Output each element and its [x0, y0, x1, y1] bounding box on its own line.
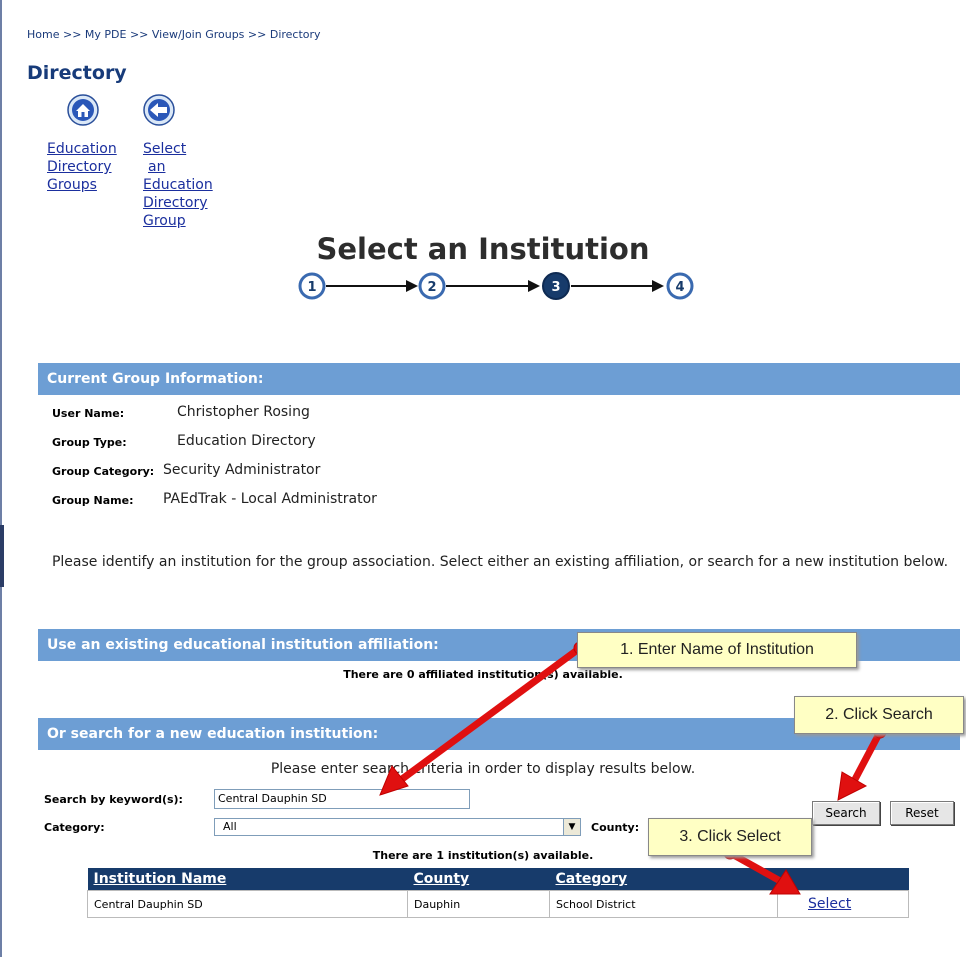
svg-text:3: 3: [551, 280, 560, 295]
education-directory-groups-link[interactable]: Education Directory Groups: [47, 140, 117, 194]
callout-click-select: 3. Click Select: [648, 818, 812, 856]
back-arrow-icon[interactable]: [143, 94, 175, 126]
group-category-label: Group Category:: [52, 465, 155, 478]
search-button[interactable]: Search: [812, 801, 880, 825]
link-line: an: [148, 159, 166, 175]
page-title: Directory: [27, 62, 127, 84]
wizard-title: Select an Institution: [316, 232, 650, 266]
results-count-note: There are 1 institution(s) available.: [372, 849, 594, 862]
affiliated-count-note: There are 0 affiliated institution(s) av…: [343, 668, 623, 681]
group-type-label: Group Type:: [52, 436, 127, 449]
keyword-input[interactable]: Central Dauphin SD: [214, 789, 470, 809]
group-name-label: Group Name:: [52, 494, 134, 507]
svg-text:1: 1: [307, 280, 316, 295]
select-link[interactable]: Select: [808, 896, 851, 912]
step-arrowhead: [528, 280, 540, 292]
home-icon[interactable]: [67, 94, 99, 126]
cell-action: Select: [777, 890, 909, 918]
category-label: Category:: [44, 821, 105, 834]
dropdown-arrow-icon[interactable]: ▼: [563, 819, 580, 835]
results-header-row: Institution Name County Category: [87, 868, 909, 891]
cell-institution-name: Central Dauphin SD: [87, 890, 408, 918]
county-label: County:: [591, 821, 640, 834]
left-border-accent: [0, 525, 4, 587]
cell-county: Dauphin: [407, 890, 550, 918]
category-selected-value: All: [223, 820, 237, 833]
table-row: Central Dauphin SD Dauphin School Distri…: [87, 890, 909, 918]
step-1: 1: [298, 272, 326, 300]
link-line: Directory: [143, 195, 208, 211]
step-2: 2: [418, 272, 446, 300]
results-table: Institution Name County Category Central…: [87, 868, 909, 918]
user-name-label: User Name:: [52, 407, 125, 420]
link-line: Group: [143, 213, 186, 229]
callout-enter-name: 1. Enter Name of Institution: [577, 632, 857, 668]
svg-text:2: 2: [427, 280, 436, 295]
wizard-steps: 1 2 3 4: [298, 272, 694, 300]
col-action: [777, 868, 909, 891]
user-name-value: Christopher Rosing: [177, 404, 310, 420]
col-institution-name[interactable]: Institution Name: [87, 868, 408, 891]
reset-button[interactable]: Reset: [890, 801, 954, 825]
left-border: [0, 0, 2, 957]
link-line: Education: [143, 177, 213, 193]
svg-text:4: 4: [675, 280, 684, 295]
group-name-value: PAEdTrak - Local Administrator: [163, 491, 377, 507]
col-category[interactable]: Category: [549, 868, 778, 891]
link-line: Select: [143, 141, 187, 157]
group-type-value: Education Directory: [177, 433, 316, 449]
link-line: Education: [47, 141, 117, 157]
step-arrowhead: [652, 280, 664, 292]
step-4: 4: [666, 272, 694, 300]
search-prompt: Please enter search criteria in order to…: [270, 761, 696, 777]
col-county[interactable]: County: [407, 868, 550, 891]
step-3-active: 3: [542, 272, 570, 300]
select-education-directory-group-link[interactable]: Select an Education Directory Group: [143, 140, 213, 230]
group-category-value: Security Administrator: [163, 462, 321, 478]
category-select[interactable]: All ▼: [214, 818, 581, 836]
instructions-text: Please identify an institution for the g…: [51, 554, 949, 570]
keyword-label: Search by keyword(s):: [44, 793, 183, 806]
callout-click-search: 2. Click Search: [794, 696, 964, 734]
link-line: Groups: [47, 177, 97, 193]
step-arrowhead: [406, 280, 418, 292]
group-info-header: Current Group Information:: [38, 363, 960, 395]
link-line: Directory: [47, 159, 112, 175]
breadcrumb[interactable]: Home >> My PDE >> View/Join Groups >> Di…: [27, 28, 321, 41]
cell-category: School District: [549, 890, 778, 918]
